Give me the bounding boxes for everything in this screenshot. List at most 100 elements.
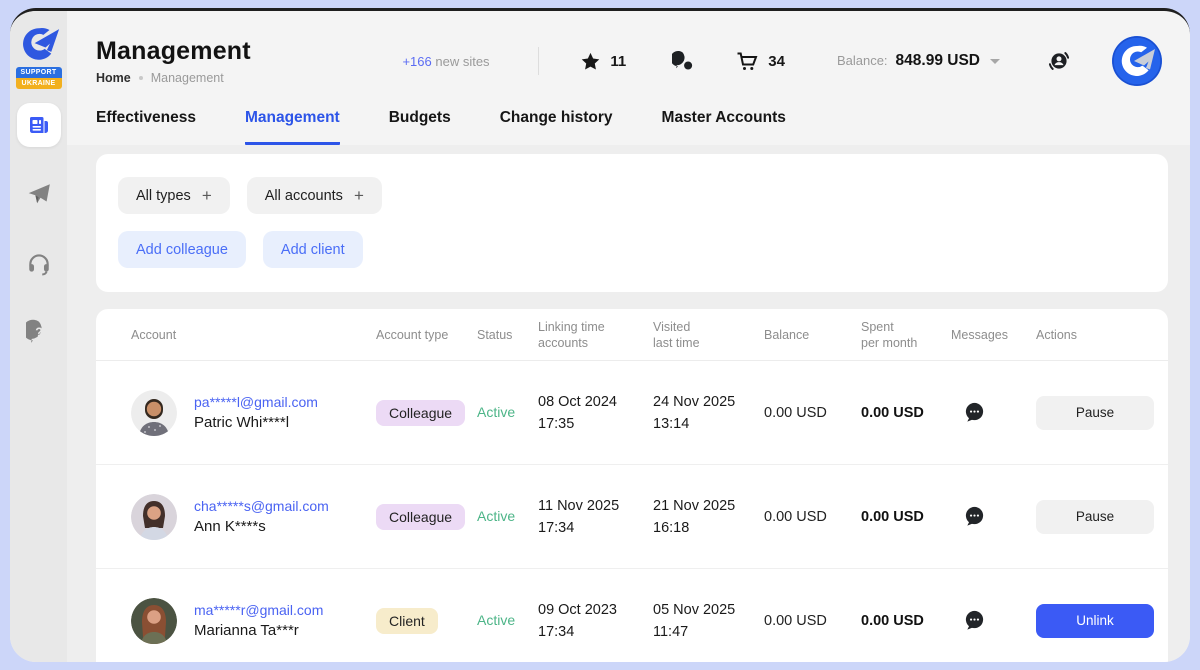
- paper-plane-icon: [26, 181, 52, 207]
- new-sites-counter[interactable]: +166 new sites: [402, 54, 489, 69]
- tab-master-accounts[interactable]: Master Accounts: [662, 109, 786, 145]
- plus-icon: +: [202, 186, 212, 206]
- plus-icon: +: [354, 186, 364, 206]
- filter-card: All types + All accounts + Add colleague…: [96, 154, 1168, 292]
- breadcrumb-separator: [139, 76, 143, 80]
- cart-counter[interactable]: 34: [735, 49, 785, 73]
- col-balance: Balance: [764, 327, 861, 343]
- app-window: SUPPORT UKRAINE: [10, 8, 1190, 662]
- question-bubble-icon: ?: [26, 319, 52, 345]
- filter-all-accounts[interactable]: All accounts +: [247, 177, 382, 214]
- main-area: Management Home Management +166 new site…: [67, 11, 1190, 662]
- content-area: All types + All accounts + Add colleague…: [67, 145, 1190, 662]
- message-bubble-icon[interactable]: [963, 401, 986, 424]
- status-label: Active: [477, 612, 515, 628]
- sidebar-item-support[interactable]: [17, 241, 61, 285]
- col-actions: Actions: [1036, 327, 1168, 343]
- favorites-counter[interactable]: 11: [580, 51, 626, 72]
- spent-cell: 0.00 USD: [861, 613, 924, 629]
- account-email-link[interactable]: cha*****s@gmail.com: [194, 498, 329, 514]
- filter-all-types-label: All types: [136, 188, 191, 204]
- user-avatar-logo[interactable]: [1112, 36, 1162, 86]
- visited-time: 05 Nov 202511:47: [653, 599, 764, 643]
- avatar: [131, 598, 177, 644]
- sidebar: SUPPORT UKRAINE: [10, 11, 67, 662]
- account-type-badge: Client: [376, 608, 438, 634]
- account-email-link[interactable]: pa*****l@gmail.com: [194, 394, 318, 410]
- add-colleague-button[interactable]: Add colleague: [118, 231, 246, 268]
- chats-button[interactable]: [672, 50, 695, 73]
- tab-effectiveness[interactable]: Effectiveness: [96, 109, 196, 145]
- tab-management[interactable]: Management: [245, 109, 340, 145]
- col-visited: Visitedlast time: [653, 319, 764, 351]
- account-name: Ann K****s: [194, 518, 329, 535]
- accounts-table: Account Account type Status Linking time…: [96, 309, 1168, 662]
- visited-time: 24 Nov 202513:14: [653, 391, 764, 435]
- col-account-type: Account type: [376, 327, 477, 343]
- avatar: [131, 390, 177, 436]
- sidebar-item-news[interactable]: [17, 103, 61, 147]
- chevron-down-icon: [990, 59, 1000, 64]
- spent-cell: 0.00 USD: [861, 509, 924, 525]
- linking-time: 08 Oct 202417:35: [538, 391, 653, 435]
- col-account: Account: [131, 327, 376, 343]
- chats-icon: [672, 50, 695, 73]
- balance-cell: 0.00 USD: [764, 405, 827, 421]
- sidebar-item-telegram[interactable]: [17, 172, 61, 216]
- pause-button[interactable]: Pause: [1036, 396, 1154, 430]
- col-linking-time: Linking timeaccounts: [538, 319, 653, 351]
- tab-change-history[interactable]: Change history: [500, 109, 613, 145]
- star-icon: [580, 51, 601, 72]
- header-divider: [538, 47, 539, 75]
- visited-time: 21 Nov 202516:18: [653, 495, 764, 539]
- table-header-row: Account Account type Status Linking time…: [96, 309, 1168, 361]
- message-bubble-icon[interactable]: [963, 609, 986, 632]
- new-sites-count: +166: [402, 54, 431, 69]
- linking-time: 09 Oct 202317:34: [538, 599, 653, 643]
- account-email-link[interactable]: ma*****r@gmail.com: [194, 602, 323, 618]
- spent-cell: 0.00 USD: [861, 405, 924, 421]
- table-row: cha*****s@gmail.com Ann K****s Colleague…: [96, 465, 1168, 569]
- cart-icon: [735, 49, 759, 73]
- page-title: Management: [96, 37, 374, 66]
- balance-dropdown[interactable]: Balance: 848.99 USD: [837, 52, 1000, 70]
- favorites-count: 11: [610, 53, 626, 70]
- add-buttons-row: Add colleague Add client: [118, 231, 1146, 268]
- linking-time: 11 Nov 202517:34: [538, 495, 653, 539]
- balance-cell: 0.00 USD: [764, 509, 827, 525]
- tab-budgets[interactable]: Budgets: [389, 109, 451, 145]
- filter-all-types[interactable]: All types +: [118, 177, 230, 214]
- account-type-badge: Colleague: [376, 504, 465, 530]
- brand-logo[interactable]: SUPPORT UKRAINE: [17, 23, 61, 89]
- tab-bar: Effectiveness Management Budgets Change …: [67, 95, 1190, 145]
- brand-logo-icon: [18, 23, 60, 65]
- breadcrumb-home[interactable]: Home: [96, 71, 131, 85]
- col-status: Status: [477, 327, 538, 343]
- add-client-button[interactable]: Add client: [263, 231, 363, 268]
- account-name: Marianna Ta***r: [194, 622, 323, 639]
- table-row: pa*****l@gmail.com Patric Whi****l Colle…: [96, 361, 1168, 465]
- status-label: Active: [477, 404, 515, 420]
- sidebar-nav: ?: [17, 103, 61, 354]
- breadcrumb: Home Management: [96, 71, 374, 85]
- account-type-badge: Colleague: [376, 400, 465, 426]
- svg-text:?: ?: [35, 325, 43, 339]
- page-header: Management Home Management +166 new site…: [67, 11, 1190, 95]
- status-label: Active: [477, 508, 515, 524]
- headphones-icon: [26, 250, 52, 276]
- title-block: Management Home Management: [96, 37, 374, 85]
- unlink-button[interactable]: Unlink: [1036, 604, 1154, 638]
- filter-row: All types + All accounts +: [118, 177, 1146, 214]
- col-messages: Messages: [951, 327, 1036, 343]
- account-sync-icon[interactable]: [1046, 48, 1072, 74]
- cart-count: 34: [768, 53, 785, 70]
- col-spent: Spentper month: [861, 319, 951, 351]
- balance-value: 848.99 USD: [896, 52, 980, 70]
- message-bubble-icon[interactable]: [963, 505, 986, 528]
- pause-button[interactable]: Pause: [1036, 500, 1154, 534]
- avatar: [131, 494, 177, 540]
- filter-all-accounts-label: All accounts: [265, 188, 343, 204]
- breadcrumb-current: Management: [151, 71, 224, 85]
- sidebar-item-help[interactable]: ?: [17, 310, 61, 354]
- news-icon: [27, 113, 51, 137]
